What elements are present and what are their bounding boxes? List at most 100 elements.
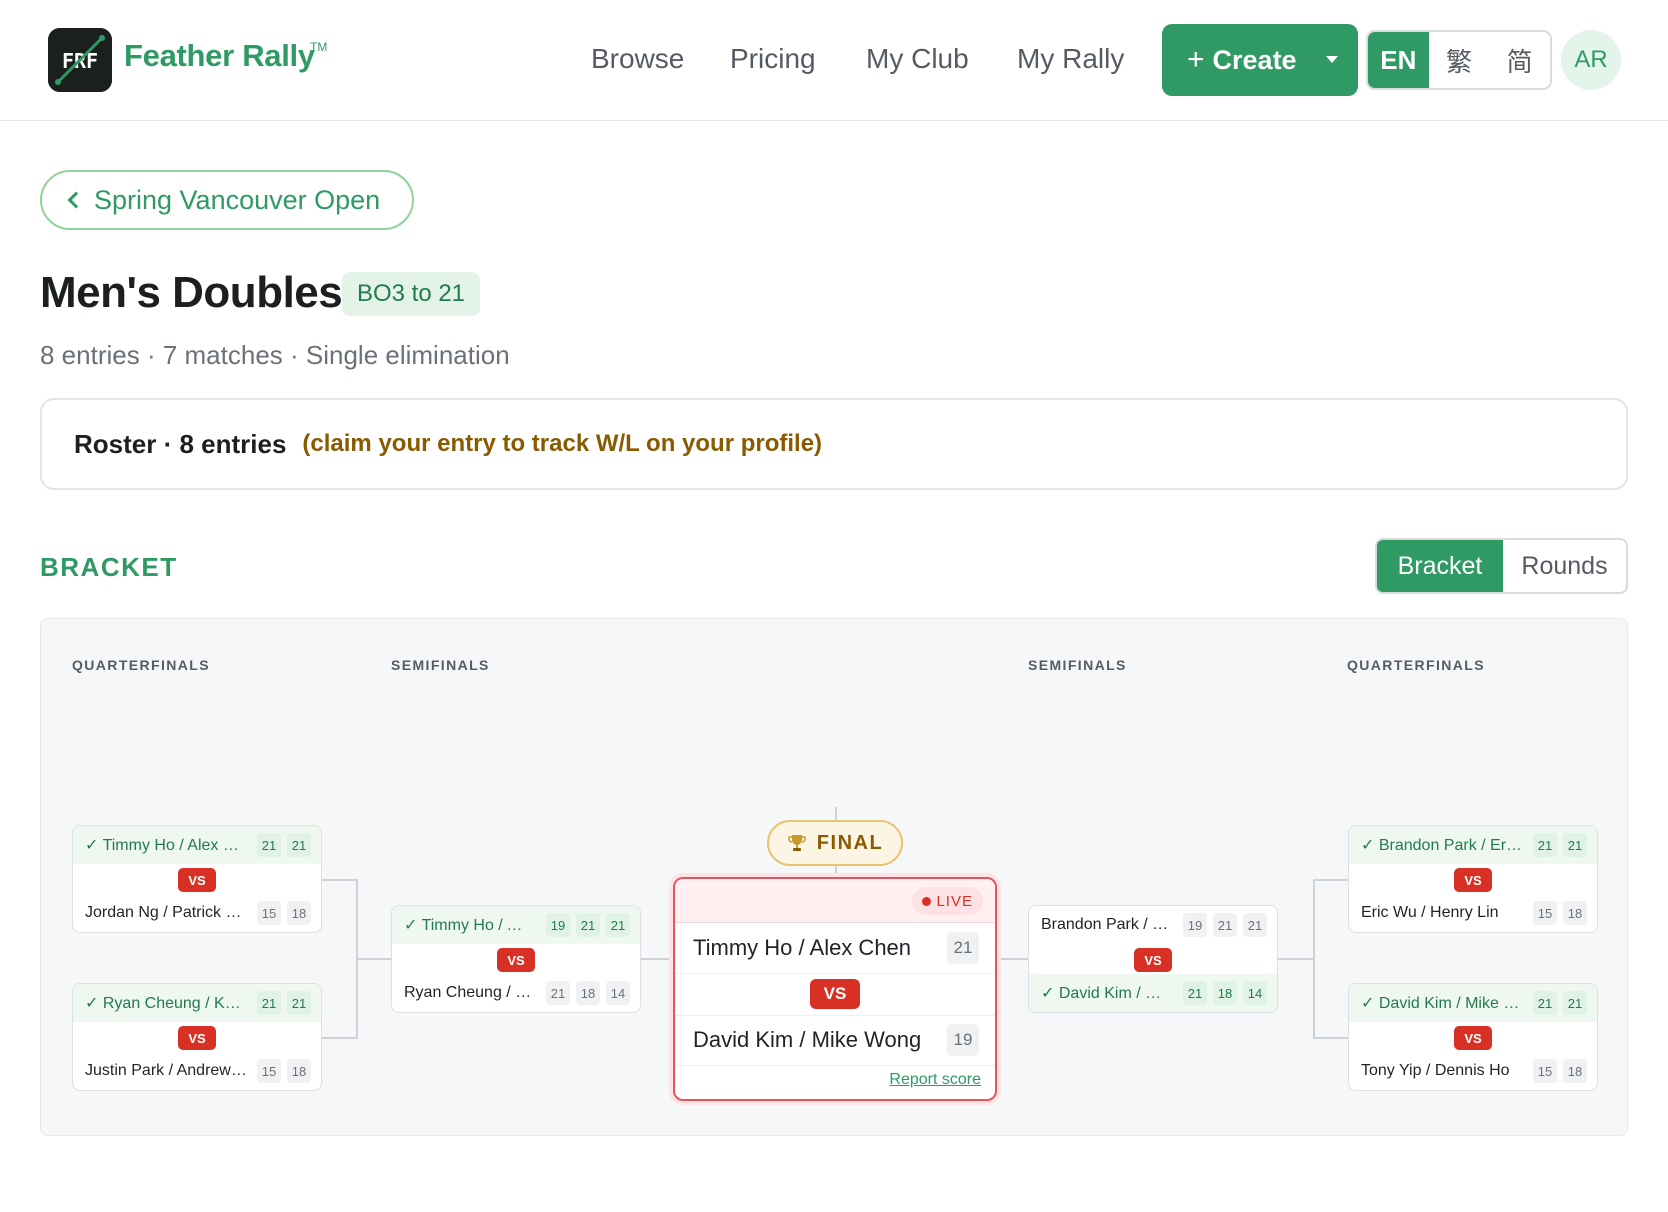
user-avatar[interactable]: AR xyxy=(1561,30,1621,90)
language-option-traditional[interactable]: 繁 xyxy=(1429,32,1490,88)
bracket-connector xyxy=(321,1037,357,1039)
game-score: 21 xyxy=(546,981,570,1005)
vs-badge: VS xyxy=(1454,868,1492,892)
vs-badge: VS xyxy=(178,1026,216,1050)
match-card-left-qf-1[interactable]: ✓ Timmy Ho / Alex Chen 21 21 VS Jordan N… xyxy=(72,825,322,933)
game-scores: 21 21 xyxy=(257,833,311,857)
nav-my-rally[interactable]: My Rally xyxy=(1017,43,1124,75)
round-label-right-semifinals: SEMIFINALS xyxy=(1028,657,1127,673)
team-row-winner: ✓ Ryan Cheung / Kevin Lau 21 21 xyxy=(73,984,321,1022)
bracket-connector xyxy=(1313,879,1349,881)
brand-name[interactable]: Feather Rally xyxy=(124,38,315,74)
format-badge: BO3 to 21 xyxy=(342,272,480,316)
nav-pricing[interactable]: Pricing xyxy=(730,43,816,75)
game-score: 14 xyxy=(606,981,630,1005)
live-label: LIVE xyxy=(936,892,973,910)
bracket-connector xyxy=(1313,879,1315,1039)
team-name: Brandon Park / Eric Wu xyxy=(1041,916,1169,933)
team-row: Jordan Ng / Patrick Lee 15 18 xyxy=(73,894,321,932)
bracket-connector xyxy=(1313,1037,1349,1039)
game-scores: 21 18 14 xyxy=(546,981,630,1005)
game-scores: 15 18 xyxy=(1533,1059,1587,1083)
report-score-link[interactable]: Report score xyxy=(889,1071,981,1089)
vs-badge: VS xyxy=(497,948,535,972)
view-option-rounds[interactable]: Rounds xyxy=(1503,540,1626,592)
bracket-connector xyxy=(1278,958,1314,960)
team-row: Ryan Cheung / Kevin Lau 21 18 14 xyxy=(392,974,640,1012)
game-scores: 21 21 xyxy=(1533,833,1587,857)
feather-rally-logo-icon[interactable]: FRF xyxy=(48,28,112,92)
chevron-left-icon xyxy=(67,191,85,209)
bracket-connector xyxy=(835,807,837,821)
live-dot-icon xyxy=(922,897,932,906)
game-score: 21 xyxy=(1183,981,1207,1005)
bracket-connector xyxy=(641,958,673,960)
bracket-area: QUARTERFINALS SEMIFINALS SEMIFINALS QUAR… xyxy=(40,618,1628,1136)
back-to-tournament-button[interactable]: Spring Vancouver Open xyxy=(40,170,414,230)
chevron-down-icon xyxy=(1326,56,1338,63)
bracket-connector xyxy=(356,958,392,960)
team-name: Jordan Ng / Patrick Lee xyxy=(85,904,247,921)
create-button[interactable]: + Create xyxy=(1162,24,1358,96)
team-name: Ryan Cheung / Kevin Lau xyxy=(404,984,532,1001)
create-label: Create xyxy=(1212,44,1297,75)
bracket-section-label: BRACKET xyxy=(40,552,178,582)
final-label: FINAL xyxy=(816,831,884,854)
game-score: 18 xyxy=(1213,981,1237,1005)
team-name: Eric Wu / Henry Lin xyxy=(1361,904,1499,921)
game-score: 18 xyxy=(287,1059,311,1083)
roster-title: Roster · 8 entries xyxy=(74,428,287,459)
game-score: 21 xyxy=(576,913,600,937)
game-score: 15 xyxy=(257,1059,281,1083)
nav-my-club[interactable]: My Club xyxy=(866,43,969,75)
divider xyxy=(675,973,995,974)
final-team-row: Timmy Ho / Alex Chen 21 xyxy=(675,923,995,973)
view-toggle: Bracket Rounds xyxy=(1375,538,1628,594)
game-score: 19 xyxy=(546,913,570,937)
team-name: Timmy Ho / Alex Chen xyxy=(693,935,912,960)
page-title: Men's Doubles xyxy=(40,268,343,317)
team-row-winner: ✓ David Kim / Mike Wong 21 21 xyxy=(1349,984,1597,1022)
team-row-winner: ✓ Timmy Ho / Alex Chen 21 21 xyxy=(73,826,321,864)
game-score: 15 xyxy=(257,901,281,925)
nav-browse[interactable]: Browse xyxy=(591,43,684,75)
top-navigation-bar: FRF Feather Rally TM Browse Pricing My C… xyxy=(0,0,1668,121)
game-score: 21 xyxy=(1213,913,1237,937)
match-card-final[interactable]: LIVE Timmy Ho / Alex Chen 21 VS David Ki… xyxy=(673,877,997,1101)
view-option-bracket[interactable]: Bracket xyxy=(1377,540,1503,592)
game-score: 21 xyxy=(1243,913,1267,937)
trademark-mark: TM xyxy=(310,40,328,54)
team-name: ✓ Timmy Ho / Alex Chen xyxy=(85,837,247,854)
game-score: 18 xyxy=(1563,1059,1587,1083)
team-name: Tony Yip / Dennis Ho xyxy=(1361,1062,1510,1079)
final-badge: FINAL xyxy=(767,820,903,866)
match-card-left-sf[interactable]: ✓ Timmy Ho / Alex Chen 19 21 21 VS Ryan … xyxy=(391,905,641,1013)
game-score: 21 xyxy=(606,913,630,937)
match-card-left-qf-2[interactable]: ✓ Ryan Cheung / Kevin Lau 21 21 VS Justi… xyxy=(72,983,322,1091)
team-row: Eric Wu / Henry Lin 15 18 xyxy=(1349,894,1597,932)
game-scores: 21 21 xyxy=(1533,991,1587,1015)
game-score: 18 xyxy=(576,981,600,1005)
vs-badge: VS xyxy=(810,979,860,1009)
bracket-connector xyxy=(321,879,357,881)
game-score: 21 xyxy=(1563,833,1587,857)
team-row-winner: ✓ David Kim / Mike Wong 21 18 14 xyxy=(1029,974,1277,1012)
game-score: 21 xyxy=(257,833,281,857)
language-option-simplified[interactable]: 简 xyxy=(1489,32,1550,88)
game-score: 21 xyxy=(1533,991,1557,1015)
roster-card[interactable]: Roster · 8 entries (claim your entry to … xyxy=(40,398,1628,490)
team-row: Justin Park / Andrew Tam 15 18 xyxy=(73,1052,321,1090)
plus-icon: + xyxy=(1187,43,1205,76)
match-card-right-qf-2[interactable]: ✓ David Kim / Mike Wong 21 21 VS Tony Yi… xyxy=(1348,983,1598,1091)
match-card-right-qf-1[interactable]: ✓ Brandon Park / Eric Chan 21 21 VS Eric… xyxy=(1348,825,1598,933)
divider xyxy=(675,1065,995,1066)
match-card-right-sf[interactable]: Brandon Park / Eric Wu 19 21 21 VS ✓ Dav… xyxy=(1028,905,1278,1013)
game-score: 19 xyxy=(1183,913,1207,937)
bracket-connector xyxy=(997,958,1029,960)
team-row: Tony Yip / Dennis Ho 15 18 xyxy=(1349,1052,1597,1090)
game-score: 21 xyxy=(1563,991,1587,1015)
game-score: 21 xyxy=(287,833,311,857)
language-option-en[interactable]: EN xyxy=(1368,32,1429,88)
team-name: David Kim / Mike Wong xyxy=(693,1027,922,1052)
final-team-row: David Kim / Mike Wong 19 xyxy=(675,1015,995,1065)
